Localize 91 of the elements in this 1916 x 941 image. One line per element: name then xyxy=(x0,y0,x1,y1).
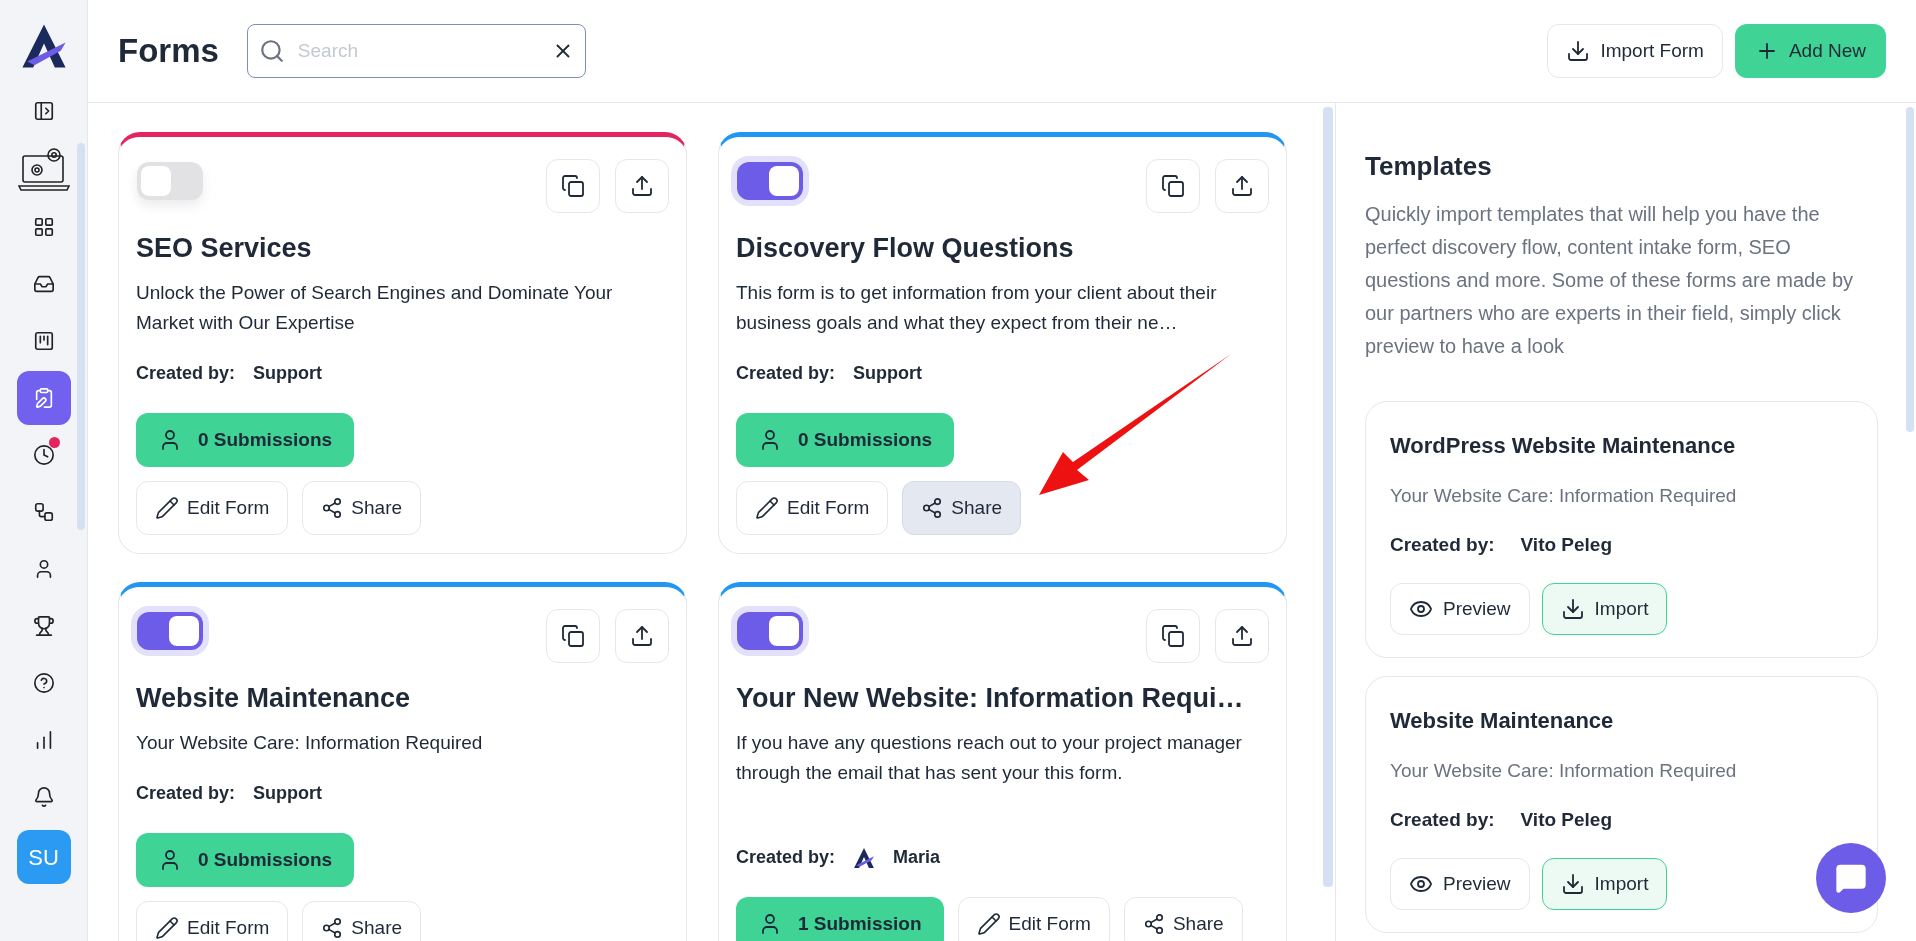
upload-icon xyxy=(1230,624,1254,649)
share-button[interactable]: Share xyxy=(902,481,1022,536)
template-title: Website Maintenance xyxy=(1390,707,1615,735)
author-name: Support xyxy=(853,362,923,386)
form-description: Your Website Care: Information Required xyxy=(136,731,484,756)
export-button[interactable] xyxy=(615,609,669,664)
submissions-button[interactable]: 0 Submissions xyxy=(736,413,955,468)
help-icon xyxy=(32,672,55,694)
submissions-button[interactable]: 0 Submissions xyxy=(136,413,355,468)
duplicate-button[interactable] xyxy=(546,609,600,664)
author-name: Vito Peleg xyxy=(1520,807,1613,832)
search-icon xyxy=(258,38,285,64)
template-description: Your Website Care: Information Required xyxy=(1390,484,1738,508)
duplicate-button[interactable] xyxy=(546,159,600,213)
author-name: Support xyxy=(253,362,323,386)
copy-icon xyxy=(1161,174,1185,198)
toggle-switch[interactable] xyxy=(137,162,203,200)
share-icon xyxy=(321,917,344,940)
pencil-icon xyxy=(755,496,779,521)
author-name: Maria xyxy=(893,846,941,870)
duplicate-button[interactable] xyxy=(1146,609,1200,664)
created-by-label: Created by: xyxy=(736,846,836,870)
form-description: Unlock the Power of Search Engines and Dominate Your Market with Our Expertise xyxy=(136,281,614,336)
submissions-button[interactable]: 0 Submissions xyxy=(136,833,355,888)
grid-icon xyxy=(32,216,55,238)
workflow-icon xyxy=(32,501,55,523)
created-by-label: Created by: xyxy=(136,362,236,386)
scrollbar[interactable] xyxy=(1906,107,1914,432)
author-name: Vito Peleg xyxy=(1520,532,1613,557)
form-title: Your New Website: Information Requi… xyxy=(736,682,1244,716)
form-description: This form is to get information from your client about their business goals and what they expect from their ne… xyxy=(736,281,1218,336)
scrollbar[interactable] xyxy=(77,143,85,530)
board-icon xyxy=(32,330,55,352)
preview-button[interactable]: Preview xyxy=(1390,583,1530,635)
search-field[interactable]: Search xyxy=(246,24,586,78)
author-logo xyxy=(853,846,876,869)
pencil-icon xyxy=(155,496,179,521)
share-icon xyxy=(1142,913,1165,936)
share-icon xyxy=(921,497,944,520)
template-title: WordPress Website Maintenance xyxy=(1390,432,1737,460)
export-button[interactable] xyxy=(1215,159,1269,213)
download-icon xyxy=(1566,39,1591,63)
edit-form-button[interactable]: Edit Form xyxy=(957,897,1110,941)
created-by-label: Created by: xyxy=(736,362,836,386)
app-logo xyxy=(19,22,68,70)
add-new-button[interactable]: Add New xyxy=(1734,24,1886,78)
author-name: Support xyxy=(253,782,323,806)
templates-title: Templates xyxy=(1365,150,1493,183)
copy-icon xyxy=(1161,624,1185,649)
share-button[interactable]: Share xyxy=(302,481,422,536)
share-button[interactable]: Share xyxy=(302,901,422,941)
edit-form-button[interactable]: Edit Form xyxy=(136,901,289,941)
pencil-icon xyxy=(155,916,179,941)
created-by-label: Created by: xyxy=(1390,532,1495,557)
edit-form-button[interactable]: Edit Form xyxy=(736,481,889,536)
sidebar-toggle-icon xyxy=(32,100,55,122)
import-form-button[interactable]: Import Form xyxy=(1547,24,1723,78)
preview-button[interactable]: Preview xyxy=(1390,858,1530,910)
form-description: If you have any questions reach out to your project manager through the email that has sent your this form. xyxy=(736,731,1243,786)
scrollbar[interactable] xyxy=(1323,107,1333,887)
export-button[interactable] xyxy=(615,159,669,213)
download-icon xyxy=(1560,597,1585,621)
share-icon xyxy=(321,497,344,520)
page-title: Forms xyxy=(118,31,219,72)
export-button[interactable] xyxy=(1215,609,1269,664)
share-button[interactable]: Share xyxy=(1123,897,1243,941)
upload-icon xyxy=(1230,174,1254,198)
form-title: Discovery Flow Questions xyxy=(736,232,1074,265)
import-button[interactable]: Import xyxy=(1541,583,1668,635)
clock-icon xyxy=(32,444,55,466)
pencil-icon xyxy=(976,912,1001,937)
chat-icon xyxy=(1835,862,1867,894)
templates-description: Quickly import templates that will help you have the perfect discovery flow, content intake form, SEO questions and more. Some of these forms are made by our partners who are experts in their field, simply click preview to have a look xyxy=(1365,202,1855,359)
created-by-label: Created by: xyxy=(1390,807,1495,832)
created-by-label: Created by: xyxy=(136,782,236,806)
inbox-icon xyxy=(32,273,55,295)
edit-form-button[interactable]: Edit Form xyxy=(136,481,289,536)
upload-icon xyxy=(630,624,654,649)
form-title: SEO Services xyxy=(136,232,312,265)
upload-icon xyxy=(630,174,654,198)
submissions-button[interactable]: 1 Submission xyxy=(736,897,944,941)
trophy-icon xyxy=(32,615,55,637)
import-button[interactable]: Import xyxy=(1541,858,1668,910)
download-icon xyxy=(1560,872,1585,896)
bell-icon xyxy=(32,786,55,808)
copy-icon xyxy=(561,624,585,649)
nav-item[interactable] xyxy=(16,145,71,193)
template-description: Your Website Care: Information Required xyxy=(1390,759,1738,783)
duplicate-button[interactable] xyxy=(1146,159,1200,213)
copy-icon xyxy=(561,174,585,198)
form-title: Website Maintenance xyxy=(136,682,411,716)
